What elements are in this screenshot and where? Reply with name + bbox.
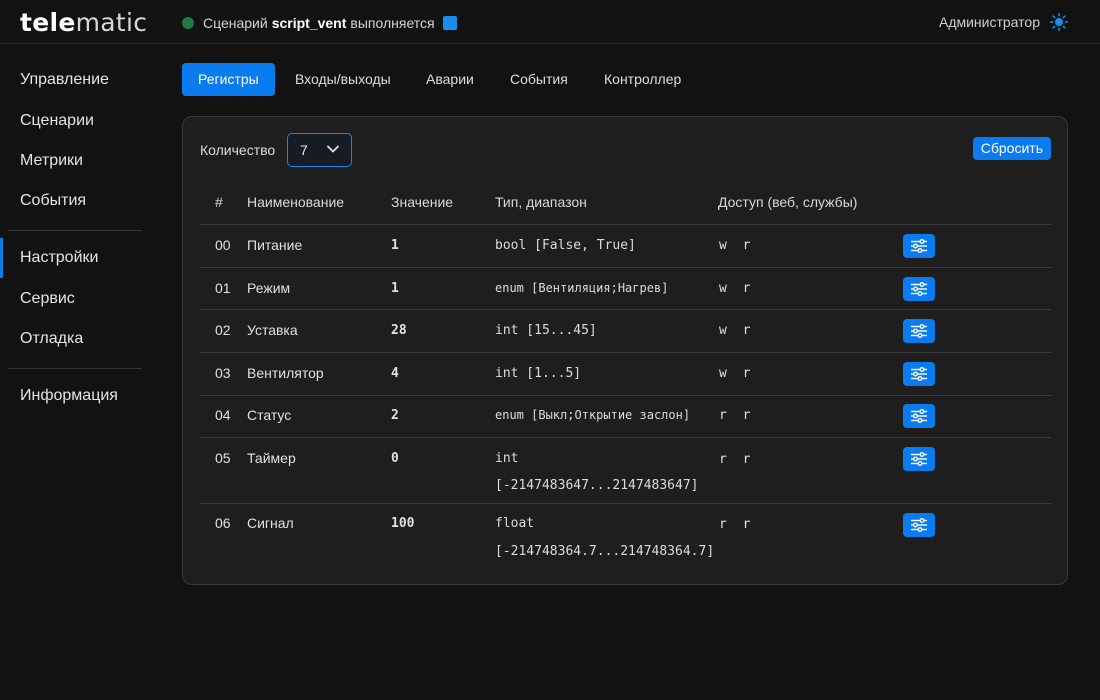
- sidebar-item-events[interactable]: События: [0, 181, 145, 221]
- row-access: r r: [719, 408, 751, 423]
- chevron-down-icon: [327, 145, 339, 153]
- row-num: 05: [215, 450, 231, 466]
- tab-registers[interactable]: Регистры: [182, 63, 275, 96]
- col-header-num: #: [215, 194, 223, 210]
- sidebar-item-info[interactable]: Информация: [0, 376, 145, 416]
- count-value: 7: [300, 142, 308, 158]
- sliders-icon: [911, 282, 927, 296]
- row-settings-button[interactable]: [903, 319, 935, 343]
- sun-icon[interactable]: [1050, 13, 1068, 31]
- tab-events[interactable]: События: [494, 63, 584, 96]
- row-value: 2: [391, 408, 399, 423]
- script-status: Сценарий script_vent выполняется: [182, 14, 457, 32]
- row-settings-button[interactable]: [903, 404, 935, 428]
- tab-io[interactable]: Входы/выходы: [279, 63, 407, 96]
- registers-card: Количество 7 Сбросить # Наименование Зна…: [182, 116, 1068, 585]
- row-access: r r: [719, 517, 751, 532]
- status-suffix: выполняется: [350, 15, 435, 31]
- sliders-icon: [911, 518, 927, 532]
- logo[interactable]: telematic: [20, 8, 147, 37]
- reset-button[interactable]: Сбросить: [972, 137, 1051, 160]
- sliders-icon: [911, 239, 927, 253]
- count-select[interactable]: 7: [287, 133, 352, 167]
- row-settings-button[interactable]: [903, 513, 935, 537]
- col-header-access: Доступ (веб, службы): [718, 194, 858, 210]
- row-settings-button[interactable]: [903, 234, 935, 258]
- row-divider: [200, 309, 1051, 310]
- row-divider: [200, 395, 1051, 396]
- row-value: 1: [391, 238, 399, 253]
- row-type: enum [Вентиляция;Нагрев]: [495, 281, 669, 295]
- sidebar-item-control[interactable]: Управление: [0, 60, 145, 100]
- sidebar-item-scenarios[interactable]: Сценарии: [0, 101, 145, 141]
- row-name: Сигнал: [247, 515, 294, 531]
- sidebar-divider: [8, 368, 142, 369]
- status-prefix: Сценарий: [203, 15, 268, 31]
- count-label: Количество: [200, 142, 276, 158]
- row-access: w r: [719, 323, 751, 338]
- user-name[interactable]: Администратор: [939, 14, 1040, 30]
- row-type: int: [495, 451, 519, 466]
- status-dot-icon: [182, 17, 194, 29]
- sidebar-item-settings[interactable]: Настройки: [0, 238, 145, 278]
- row-range: [-2147483647...2147483647]: [495, 478, 699, 493]
- row-num: 00: [215, 237, 231, 253]
- row-type: enum [Выкл;Открытие заслон]: [495, 408, 691, 422]
- sliders-icon: [911, 409, 927, 423]
- row-access: w r: [719, 366, 751, 381]
- sliders-icon: [911, 452, 927, 466]
- sidebar-item-debug[interactable]: Отладка: [0, 319, 145, 359]
- sidebar-divider: [8, 230, 142, 231]
- sidebar: Управление Сценарии Метрики События Наст…: [0, 44, 145, 700]
- row-num: 01: [215, 280, 231, 296]
- status-stop-icon[interactable]: [442, 16, 457, 30]
- sliders-icon: [911, 367, 927, 381]
- row-type: int [1...5]: [495, 366, 582, 381]
- row-num: 04: [215, 407, 231, 423]
- status-script-name: script_vent: [271, 15, 347, 31]
- row-divider: [200, 267, 1051, 268]
- logo-light-part: matic: [75, 8, 148, 37]
- row-value: 1: [391, 281, 399, 296]
- row-divider: [200, 503, 1051, 504]
- row-type: float: [495, 516, 535, 531]
- col-header-name: Наименование: [247, 194, 345, 210]
- row-value: 0: [391, 451, 399, 466]
- top-bar: telematic Сценарий script_vent выполняет…: [0, 0, 1100, 44]
- col-header-type: Тип, диапазон: [495, 194, 587, 210]
- sidebar-item-metrics[interactable]: Метрики: [0, 141, 145, 181]
- tab-controller[interactable]: Контроллер: [588, 63, 697, 96]
- row-name: Статус: [247, 407, 292, 423]
- sidebar-item-service[interactable]: Сервис: [0, 279, 145, 319]
- row-num: 03: [215, 365, 231, 381]
- row-access: w r: [719, 238, 751, 253]
- row-settings-button[interactable]: [903, 447, 935, 471]
- logo-bold-part: tele: [20, 8, 76, 37]
- col-header-value: Значение: [391, 194, 454, 210]
- tab-alarms[interactable]: Аварии: [410, 63, 490, 96]
- row-name: Таймер: [247, 450, 296, 466]
- row-name: Вентилятор: [247, 365, 324, 381]
- row-type: bool [False, True]: [495, 238, 636, 253]
- row-settings-button[interactable]: [903, 362, 935, 386]
- row-value: 100: [391, 516, 415, 531]
- row-name: Питание: [247, 237, 303, 253]
- row-access: r r: [719, 452, 751, 467]
- row-access: w r: [719, 281, 751, 296]
- row-type: int [15...45]: [495, 323, 597, 338]
- row-range: [-214748364.7...214748364.7]: [495, 544, 715, 559]
- row-divider: [200, 224, 1051, 225]
- row-num: 06: [215, 515, 231, 531]
- row-value: 4: [391, 366, 399, 381]
- row-name: Режим: [247, 280, 291, 296]
- row-value: 28: [391, 323, 407, 338]
- sliders-icon: [911, 324, 927, 338]
- row-name: Уставка: [247, 322, 298, 338]
- row-settings-button[interactable]: [903, 277, 935, 301]
- row-num: 02: [215, 322, 231, 338]
- row-divider: [200, 437, 1051, 438]
- row-divider: [200, 352, 1051, 353]
